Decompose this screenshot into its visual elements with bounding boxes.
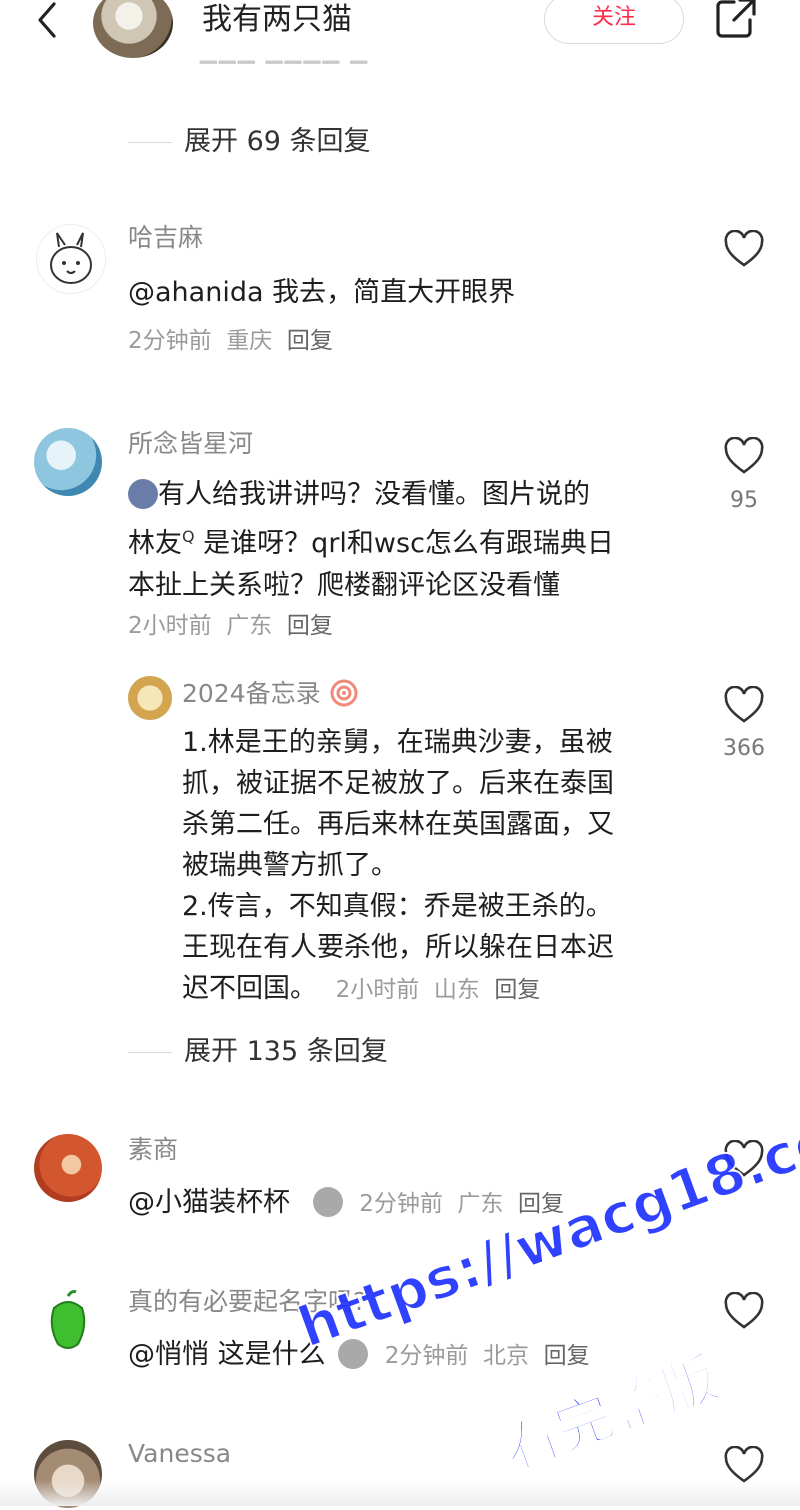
comment-meta: 2分钟前 重庆 回复 <box>128 326 333 356</box>
comment-time: 2分钟前 <box>128 328 212 354</box>
like-count: 366 <box>723 736 765 761</box>
author-name[interactable]: 我有两只猫 <box>202 0 352 40</box>
like-count: 95 <box>730 488 758 513</box>
commenter-name[interactable]: Vanessa <box>128 1438 231 1470</box>
comment-text: @悄悄 这是什么 2分钟前 北京 回复 <box>128 1339 590 1370</box>
comment-location: 北京 <box>483 1343 530 1369</box>
comment-location: 广东 <box>457 1191 504 1217</box>
expand-replies-label: 展开 135 条回复 <box>184 1036 388 1067</box>
bottom-fade <box>0 1480 800 1506</box>
divider-line <box>128 1052 172 1053</box>
comment-text: @小猫装杯杯 2分钟前 广东 回复 <box>128 1187 565 1218</box>
like-heart-icon[interactable] <box>723 1140 765 1178</box>
comment-time: 2小时前 <box>128 613 212 639</box>
cut-off-text: ▔▔▔ ▔▔▔▔ ▔ <box>200 62 370 87</box>
emoji-icon <box>338 1339 369 1369</box>
replier-name[interactable]: 2024备忘录 <box>182 678 359 710</box>
back-arrow-icon[interactable] <box>28 0 68 44</box>
reply-text: 1.林是王的亲舅，在瑞典沙妻，虽被 抓，被证据不足被放了。后来在泰国 杀第二任。… <box>182 727 614 1004</box>
reply-button[interactable]: 回复 <box>518 1191 564 1217</box>
comment-text: @ahanida 我去，简直大开眼界 <box>128 277 516 308</box>
reply-button[interactable]: 回复 <box>544 1343 590 1369</box>
like-heart-icon[interactable] <box>723 686 765 724</box>
commenter-name[interactable]: 真的有必要起名字吗? <box>128 1286 366 1318</box>
comment-time: 2分钟前 <box>359 1191 443 1217</box>
emoji-icon <box>312 1187 343 1217</box>
search-icon[interactable]: Q <box>182 527 195 546</box>
follow-button[interactable]: 关注 <box>544 0 684 44</box>
comment-location: 广东 <box>226 613 273 639</box>
comment-meta: 2小时前 广东 回复 <box>128 611 333 641</box>
like-heart-icon[interactable] <box>723 230 765 268</box>
reply-location: 山东 <box>433 977 480 1003</box>
like-heart-icon[interactable] <box>723 1292 765 1330</box>
commenter-name[interactable]: 所念皆星河 <box>128 428 253 460</box>
share-icon[interactable] <box>712 0 760 42</box>
expand-replies-label: 展开 69 条回复 <box>184 126 371 157</box>
target-badge-icon <box>330 679 358 707</box>
author-avatar[interactable] <box>93 0 173 58</box>
reply-button[interactable]: 回复 <box>287 613 333 639</box>
reply-button[interactable]: 回复 <box>287 328 333 354</box>
reply-time: 2小时前 <box>335 977 420 1003</box>
commenter-avatar[interactable] <box>36 224 106 294</box>
emoji-icon <box>128 479 158 509</box>
commenter-name[interactable]: 哈吉麻 <box>128 222 203 254</box>
commenter-name[interactable]: 素商 <box>128 1134 178 1166</box>
comment-text: 有人给我讲讲吗？没看懂。图片说的 林友Q 是谁呀？qrl和wsc怎么有跟瑞典日 … <box>128 479 614 601</box>
commenter-avatar[interactable] <box>34 428 102 496</box>
comment-location: 重庆 <box>226 328 273 354</box>
comment-time: 2分钟前 <box>384 1343 469 1369</box>
green-pepper-avatar[interactable] <box>34 1286 102 1354</box>
replier-avatar[interactable] <box>128 676 172 720</box>
like-heart-icon[interactable] <box>723 437 765 475</box>
top-bar: 我有两只猫 关注 <box>0 0 800 62</box>
like-heart-icon[interactable] <box>723 1446 765 1484</box>
commenter-avatar[interactable] <box>34 1134 102 1202</box>
reply-button[interactable]: 回复 <box>494 977 540 1003</box>
divider-line <box>128 142 172 143</box>
